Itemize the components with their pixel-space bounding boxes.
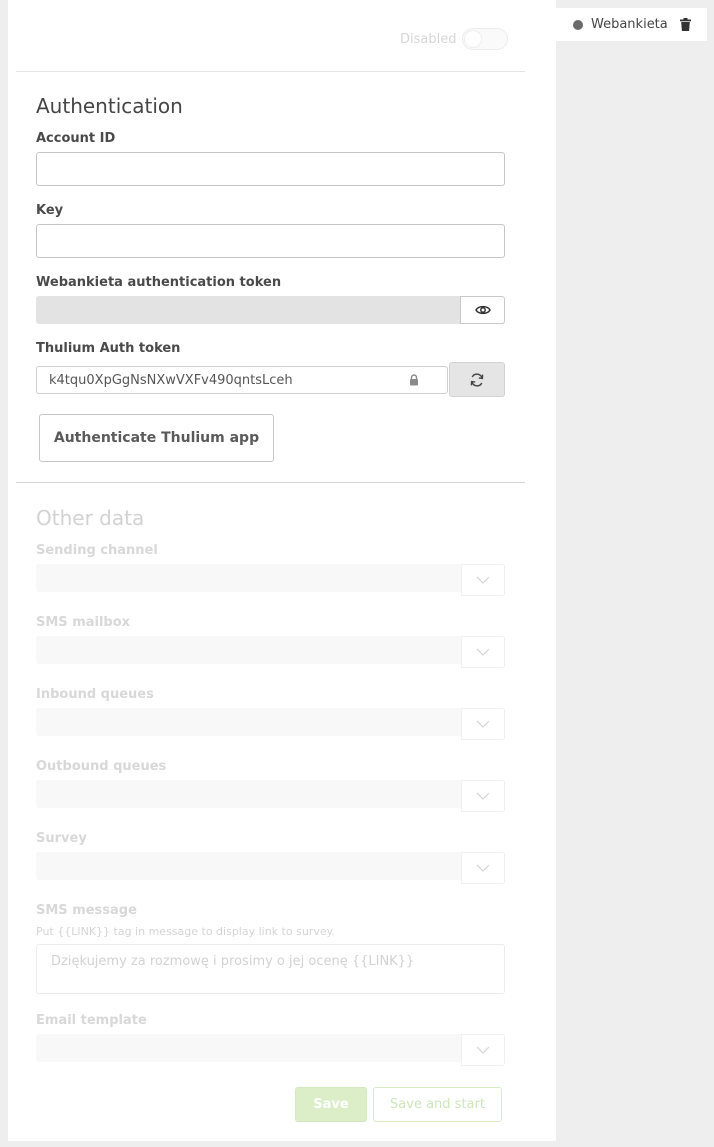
survey-label: Survey bbox=[36, 831, 87, 846]
select-value bbox=[36, 636, 461, 664]
email-template-select[interactable] bbox=[36, 1034, 505, 1066]
trash-icon bbox=[679, 18, 691, 31]
sending-channel-select[interactable] bbox=[36, 564, 505, 596]
chevron-down-icon bbox=[476, 576, 490, 584]
enable-toggle[interactable] bbox=[462, 28, 509, 50]
lock-icon bbox=[410, 374, 418, 386]
account-id-input[interactable] bbox=[36, 152, 505, 186]
thulium-token-input: k4tqu0XpGgNsNXwVXFv490qntsLceh bbox=[36, 366, 448, 394]
chevron-down-icon bbox=[476, 792, 490, 800]
chevron-down-icon bbox=[476, 1046, 490, 1054]
dropdown-toggle[interactable] bbox=[461, 636, 505, 668]
inbound-queues-select[interactable] bbox=[36, 708, 505, 740]
section-divider bbox=[16, 482, 525, 483]
thulium-token-value: k4tqu0XpGgNsNXwVXFv490qntsLceh bbox=[49, 372, 293, 388]
outbound-queues-select[interactable] bbox=[36, 780, 505, 812]
sms-message-hint: Put {{LINK}} tag in message to display l… bbox=[36, 925, 336, 938]
integration-name: Webankieta bbox=[591, 17, 668, 32]
save-and-start-button[interactable]: Save and start bbox=[373, 1087, 502, 1122]
webankieta-token-label: Webankieta authentication token bbox=[36, 275, 282, 290]
webankieta-token-field bbox=[36, 296, 461, 324]
regenerate-token-button[interactable] bbox=[449, 362, 505, 397]
sms-mailbox-select[interactable] bbox=[36, 636, 505, 668]
toggle-knob bbox=[464, 30, 483, 48]
select-value bbox=[36, 564, 461, 592]
dropdown-toggle[interactable] bbox=[461, 852, 505, 884]
sending-channel-label: Sending channel bbox=[36, 543, 158, 558]
dropdown-toggle[interactable] bbox=[461, 1034, 505, 1066]
select-value bbox=[36, 1034, 461, 1062]
enable-toggle-row: Disabled bbox=[400, 28, 509, 50]
save-button[interactable]: Save bbox=[295, 1087, 367, 1122]
show-token-button[interactable] bbox=[460, 296, 505, 324]
email-template-label: Email template bbox=[36, 1013, 147, 1028]
dropdown-toggle[interactable] bbox=[461, 564, 505, 596]
authentication-title: Authentication bbox=[36, 94, 183, 118]
delete-button[interactable] bbox=[679, 18, 691, 31]
authenticate-thulium-button[interactable]: Authenticate Thulium app bbox=[39, 414, 274, 462]
survey-select[interactable] bbox=[36, 852, 505, 884]
outbound-queues-label: Outbound queues bbox=[36, 759, 167, 774]
toggle-label: Disabled bbox=[400, 31, 457, 47]
select-value bbox=[36, 780, 461, 808]
sms-message-textarea[interactable]: Dziękujemy za rozmowę i prosimy o jej oc… bbox=[36, 944, 505, 994]
integration-tag[interactable]: Webankieta bbox=[556, 8, 707, 41]
header-divider bbox=[16, 71, 525, 72]
refresh-icon bbox=[470, 372, 484, 387]
select-value bbox=[36, 708, 461, 736]
thulium-token-label: Thulium Auth token bbox=[36, 341, 181, 356]
chevron-down-icon bbox=[476, 720, 490, 728]
other-data-title: Other data bbox=[36, 506, 145, 530]
dropdown-toggle[interactable] bbox=[461, 780, 505, 812]
status-dot bbox=[573, 19, 583, 30]
account-id-label: Account ID bbox=[36, 131, 116, 146]
inbound-queues-label: Inbound queues bbox=[36, 687, 154, 702]
sms-message-label: SMS message bbox=[36, 903, 137, 918]
eye-icon bbox=[474, 305, 491, 315]
chevron-down-icon bbox=[476, 864, 490, 872]
dropdown-toggle[interactable] bbox=[461, 708, 505, 740]
chevron-down-icon bbox=[476, 648, 490, 656]
select-value bbox=[36, 852, 461, 880]
key-label: Key bbox=[36, 203, 64, 218]
sms-mailbox-label: SMS mailbox bbox=[36, 615, 131, 630]
key-input[interactable] bbox=[36, 224, 505, 258]
